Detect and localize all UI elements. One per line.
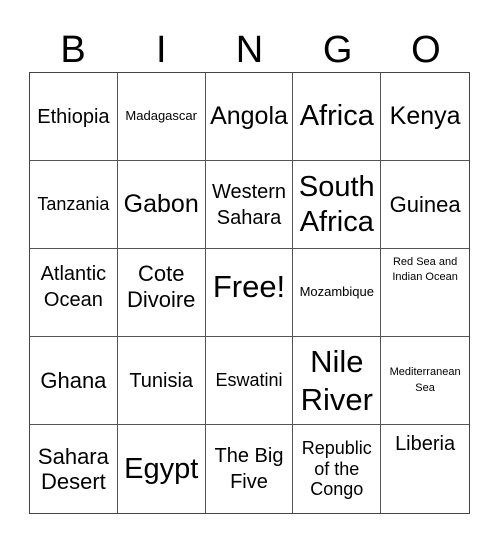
cell-label: The Big Five <box>214 445 284 493</box>
bingo-cell[interactable]: Cote Divoire <box>117 249 206 337</box>
cell-label: Atlantic Ocean <box>40 262 107 311</box>
cell-label: Angola <box>210 102 288 131</box>
cell-label: Ethiopia <box>37 105 110 128</box>
cell-label: Liberia <box>395 433 456 455</box>
bingo-cell[interactable]: Nile River <box>293 337 382 425</box>
bingo-cell[interactable]: Kenya <box>381 73 469 161</box>
cell-label: Free! <box>212 268 286 304</box>
header-letter-n: N <box>235 29 264 71</box>
header-letter-b: B <box>60 29 86 71</box>
bingo-cell[interactable]: Mozambique <box>293 249 382 337</box>
cell-label: Africa <box>299 100 374 133</box>
cell-label: Tanzania <box>37 194 110 215</box>
cell-label: Republic of the Congo <box>301 437 372 500</box>
cell-label: Kenya <box>389 102 461 131</box>
free-space-cell[interactable]: Free! <box>205 249 294 337</box>
bingo-cell[interactable]: Red Sea and Indian Ocean <box>381 249 469 337</box>
cell-label: Eswatini <box>215 370 283 391</box>
cell-label: Egypt <box>124 452 199 485</box>
cell-label: South Africa <box>298 170 375 238</box>
cell-label: Gabon <box>123 190 199 219</box>
bingo-cell[interactable]: Western Sahara <box>205 161 294 249</box>
cell-label: Sahara Desert <box>37 443 109 494</box>
bingo-cell[interactable]: Ethiopia <box>30 73 118 161</box>
cell-label: Guinea <box>389 191 461 217</box>
cell-label: Nile River <box>300 343 373 417</box>
cell-label: Cote Divoire <box>126 261 196 312</box>
bingo-cell[interactable]: The Big Five <box>206 425 294 513</box>
bingo-cell[interactable]: Tunisia <box>117 337 206 425</box>
bingo-header: B I N G O <box>29 28 470 72</box>
bingo-cell[interactable]: Ghana <box>30 337 118 425</box>
bingo-cell[interactable]: South Africa <box>293 161 382 249</box>
bingo-cell[interactable]: Gabon <box>117 161 206 249</box>
bingo-cell[interactable]: Liberia <box>381 425 469 513</box>
bingo-cell[interactable]: Africa <box>293 73 382 161</box>
bingo-cell[interactable]: Mediterranean Sea <box>381 337 469 425</box>
header-letter-o: O <box>411 29 441 71</box>
bingo-cell[interactable]: Angola <box>205 73 294 161</box>
bingo-cell[interactable]: Tanzania <box>30 161 118 249</box>
bingo-cell[interactable]: Republic of the Congo <box>293 425 382 513</box>
cell-label: Tunisia <box>129 369 194 392</box>
bingo-cell[interactable]: Egypt <box>118 425 206 513</box>
cell-label: Mediterranean Sea <box>389 366 461 394</box>
cell-label: Red Sea and Indian Ocean <box>392 256 458 284</box>
cell-label: Madagascar <box>125 108 197 124</box>
header-letter-i: I <box>156 29 167 71</box>
cell-label: Western Sahara <box>211 180 287 229</box>
bingo-cell[interactable]: Guinea <box>381 161 469 249</box>
bingo-cell[interactable]: Sahara Desert <box>30 425 118 513</box>
bingo-cell[interactable]: Madagascar <box>117 73 206 161</box>
bingo-cell[interactable]: Atlantic Ocean <box>30 249 118 337</box>
bingo-cell[interactable]: Eswatini <box>205 337 294 425</box>
bingo-card-grid: Ethiopia Madagascar Angola Africa Kenya … <box>29 72 470 514</box>
header-letter-g: G <box>322 29 353 71</box>
cell-label: Ghana <box>40 367 107 393</box>
cell-label: Mozambique <box>299 284 374 300</box>
